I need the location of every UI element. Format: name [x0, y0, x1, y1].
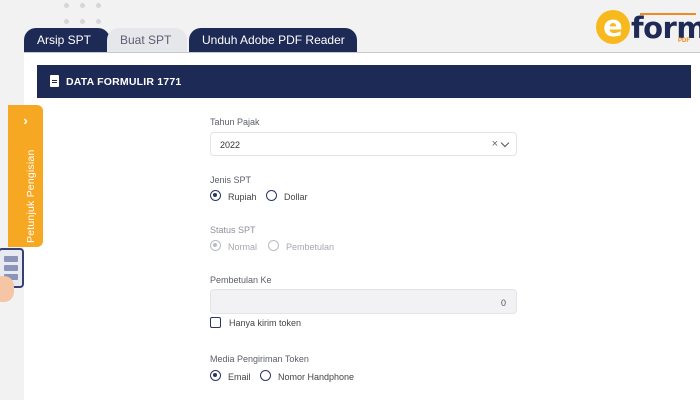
logo-e-circle: e	[596, 9, 630, 44]
form-header-bar: DATA FORMULIR 1771	[37, 65, 691, 98]
tab-arsip-spt[interactable]: Arsip SPT	[24, 28, 110, 53]
radio-email-label[interactable]: Email	[228, 372, 251, 382]
tahun-pajak-select[interactable]: 2022 ×	[210, 132, 517, 156]
radio-pembetulan[interactable]	[268, 240, 279, 251]
radio-pembetulan-label[interactable]: Pembetulan	[286, 242, 334, 252]
radio-email[interactable]	[210, 370, 221, 381]
chevron-right-icon: ›	[23, 113, 28, 128]
form-title: DATA FORMULIR 1771	[66, 76, 182, 88]
logo-pdf-text: PDF	[678, 38, 690, 44]
tab-buat-spt[interactable]: Buat SPT	[107, 28, 187, 53]
petunjuk-pengisian-tab[interactable]: › Petunjuk Pengisian	[8, 105, 43, 247]
document-icon	[50, 75, 59, 87]
media-pengiriman-token-label: Media Pengiriman Token	[210, 354, 309, 364]
phone-illustration	[0, 248, 30, 308]
pembetulan-ke-input[interactable]: 0	[210, 289, 517, 314]
status-spt-label: Status SPT	[210, 225, 256, 235]
chevron-down-icon[interactable]	[500, 138, 510, 148]
tab-unduh-adobe-pdf-reader[interactable]: Unduh Adobe PDF Reader	[189, 28, 357, 53]
eform-logo: e form PDF	[596, 9, 700, 46]
tahun-pajak-value: 2022	[220, 140, 241, 150]
radio-rupiah[interactable]	[210, 190, 221, 201]
clear-icon[interactable]: ×	[492, 138, 498, 150]
tahun-pajak-label: Tahun Pajak	[210, 117, 260, 127]
radio-normal-label[interactable]: Normal	[228, 242, 257, 252]
hand-icon	[0, 276, 14, 302]
hanya-kirim-token-checkbox[interactable]	[210, 317, 221, 328]
radio-normal[interactable]	[210, 240, 221, 251]
hanya-kirim-token-label[interactable]: Hanya kirim token	[229, 318, 301, 328]
logo-e-letter: e	[603, 9, 623, 43]
radio-dollar[interactable]	[266, 190, 277, 201]
radio-nomor-handphone[interactable]	[260, 370, 271, 381]
radio-dollar-label[interactable]: Dollar	[284, 192, 308, 202]
form-panel	[24, 52, 700, 400]
radio-nomor-handphone-label[interactable]: Nomor Handphone	[278, 372, 354, 382]
jenis-spt-label: Jenis SPT	[210, 175, 252, 185]
radio-rupiah-label[interactable]: Rupiah	[228, 192, 257, 202]
petunjuk-pengisian-label: Petunjuk Pengisian	[25, 149, 37, 244]
pembetulan-ke-value: 0	[500, 298, 506, 308]
pembetulan-ke-label: Pembetulan Ke	[210, 275, 272, 285]
